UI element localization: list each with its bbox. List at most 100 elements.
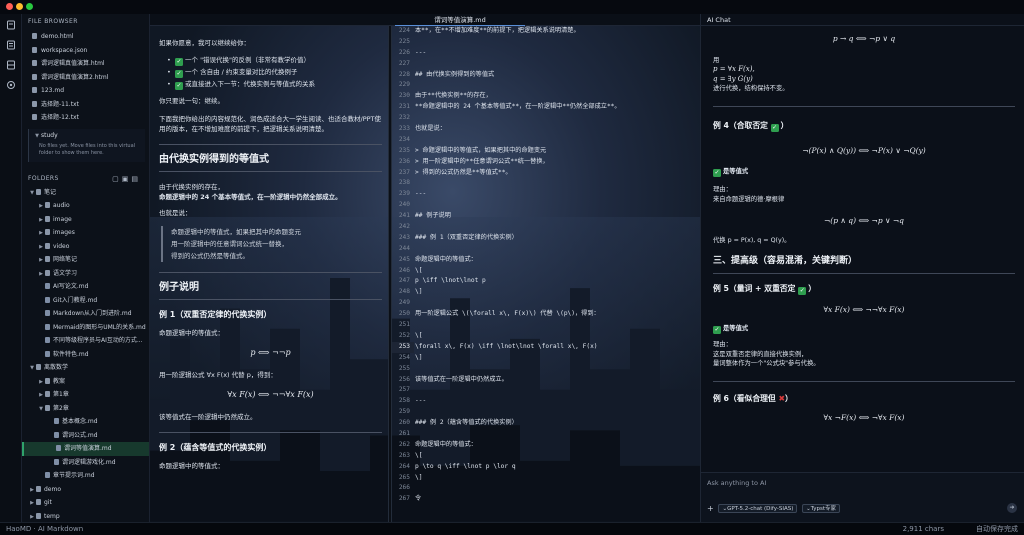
file-item[interactable]: 123.md	[22, 84, 149, 98]
tree-file[interactable]: 谓词逻辑游戏化.md	[22, 456, 149, 470]
code-line[interactable]	[415, 407, 700, 418]
code-line[interactable]: ---	[415, 396, 700, 407]
code-line[interactable]	[415, 298, 700, 309]
file-item[interactable]: 谓词逻辑真值演算.html	[22, 57, 149, 71]
tree-file[interactable]: AI写论文.md	[22, 280, 149, 294]
code-line[interactable]: 本**，在**不增加难度**的前提下，把逻辑关系说明清楚。	[415, 26, 700, 37]
code-line[interactable]: **命题逻辑中的 24 个基本等值式**，在一阶逻辑中**仍然全部成立**。	[415, 102, 700, 113]
files-icon[interactable]	[5, 20, 17, 32]
file-item[interactable]: 选择题-12.txt	[22, 111, 149, 125]
add-attachment-icon[interactable]: +	[707, 504, 714, 513]
file-item[interactable]: 选择题-11.txt	[22, 98, 149, 112]
mode-select[interactable]: ⌄Typst专家	[802, 504, 841, 513]
tree-file[interactable]: 基本概念.md	[22, 415, 149, 429]
code-line[interactable]	[415, 222, 700, 233]
tree-folder[interactable]: ▶ 网络笔记	[22, 253, 149, 267]
code-line[interactable]	[415, 320, 700, 331]
tree-folder[interactable]: ▼ 离散数学	[22, 361, 149, 375]
tree-file[interactable]: Markdown从入门到进阶.md	[22, 307, 149, 321]
code-line[interactable]	[415, 483, 700, 494]
tree-folder[interactable]: ▶ images	[22, 226, 149, 240]
code-line[interactable]	[415, 200, 700, 211]
study-folder[interactable]: ▼ study No files yet. Move files into thi…	[28, 128, 145, 162]
code-line[interactable]: ---	[415, 189, 700, 200]
code-line[interactable]: ### 例 1（双重否定律的代换实例）	[415, 233, 700, 244]
code-line[interactable]: \[	[415, 266, 700, 277]
maximize-window-button[interactable]	[26, 3, 33, 10]
folder-icon	[45, 229, 50, 235]
tree-folder[interactable]: ▼ 笔记	[22, 186, 149, 200]
tree-folder[interactable]: ▶ audio	[22, 199, 149, 213]
code-line[interactable]	[415, 244, 700, 255]
tree-file[interactable]: 章节提示词.md	[22, 469, 149, 483]
model-select[interactable]: ⌄GPT-5.2-chat (Dify-SIAS)	[718, 504, 798, 513]
code-line[interactable]: \]	[415, 287, 700, 298]
code-line[interactable]	[415, 178, 700, 189]
tree-folder[interactable]: ▶ 语文学习	[22, 267, 149, 281]
tree-file[interactable]: 谓词等值演算.md	[22, 442, 149, 456]
extensions-icon[interactable]	[5, 80, 17, 92]
file-item[interactable]: demo.html	[22, 30, 149, 44]
tree-file[interactable]: 不同等级程序员与AI互动的方式...	[22, 334, 149, 348]
code-line[interactable]: p \iff \lnot\lnot p	[415, 276, 700, 287]
tree-file[interactable]: Mermaid的图形与UML的关系.md	[22, 321, 149, 335]
code-line[interactable]: 该等值式在一阶逻辑中仍然成立。	[415, 375, 700, 386]
folder-icon	[45, 215, 50, 222]
tree-folder[interactable]: ▶ demo	[22, 483, 149, 497]
code-line[interactable]: 命题逻辑中的等值式：	[415, 255, 700, 266]
tree-folder[interactable]: ▶ video	[22, 240, 149, 254]
study-folder-title[interactable]: ▼ study	[33, 131, 141, 141]
tree-folder[interactable]: ▶ 教案	[22, 375, 149, 389]
code-line[interactable]	[415, 113, 700, 124]
code-line[interactable]	[415, 385, 700, 396]
code-line[interactable]: 令	[415, 494, 700, 505]
tree-file[interactable]: Git入门教程.md	[22, 294, 149, 308]
file-item[interactable]: workspace.json	[22, 44, 149, 58]
code-line[interactable]: ## 例子说明	[415, 211, 700, 222]
line-number: 238	[398, 179, 410, 187]
code-line[interactable]	[415, 37, 700, 48]
code-line[interactable]: 用一阶逻辑公式 \(\forall x\, F(x)\) 代替 \(p\)，得到…	[415, 309, 700, 320]
tree-file[interactable]: 软件特色.md	[22, 348, 149, 362]
code-line[interactable]: 命题逻辑中的等值式：	[415, 440, 700, 451]
code-line[interactable]: > 用一阶逻辑中的**任意谓词公式**统一替换，	[415, 157, 700, 168]
minimize-window-button[interactable]	[16, 3, 23, 10]
bookmark-icon[interactable]	[5, 60, 17, 72]
tab-current-file[interactable]: 谓词等值演算.md	[395, 14, 525, 26]
ai-input-placeholder[interactable]: Ask anything to AI	[707, 479, 766, 487]
new-folder-icon[interactable]: ▢	[112, 175, 122, 183]
outline-icon[interactable]	[5, 40, 17, 52]
file-item[interactable]: 谓词逻辑真值演算2.html	[22, 71, 149, 85]
tree-folder[interactable]: ▶ temp	[22, 510, 149, 523]
code-line[interactable]	[415, 59, 700, 70]
code-line[interactable]: \[	[415, 451, 700, 462]
code-line[interactable]: > 得到的公式仍然是**等值式**。	[415, 168, 700, 179]
code-line[interactable]: ### 例 2（蕴含等值式的代换实例）	[415, 418, 700, 429]
code-line[interactable]: p \to q \iff \lnot p \lor q	[415, 462, 700, 473]
code-line[interactable]: \[	[415, 331, 700, 342]
code-line[interactable]: \forall x\, F(x) \iff \lnot\lnot \forall…	[415, 342, 700, 353]
code-line[interactable]	[415, 364, 700, 375]
close-window-button[interactable]	[6, 3, 13, 10]
code-line[interactable]: ## 由代换实例得到的等值式	[415, 70, 700, 81]
code-line[interactable]: \]	[415, 473, 700, 484]
code-text[interactable]: 本**，在**不增加难度**的前提下，把逻辑关系说明清楚。 --- ## 由代换实例…	[414, 26, 700, 522]
code-line[interactable]: > 命题逻辑中的等值式，如果把其中的命题变元	[415, 146, 700, 157]
tree-folder[interactable]: ▶ git	[22, 496, 149, 510]
source-editor[interactable]: 224 225 226 227 228 229 230 231 232 233 234 235 236 2…	[392, 26, 700, 522]
send-button[interactable]: ➜	[1007, 503, 1017, 513]
code-line[interactable]: 也就是说：	[415, 124, 700, 135]
code-line[interactable]: 由于**代换实例**的存在，	[415, 91, 700, 102]
new-file-icon[interactable]: ▣	[122, 175, 132, 183]
code-line[interactable]	[415, 429, 700, 440]
code-line[interactable]	[415, 80, 700, 91]
tree-folder[interactable]: ▶ 第1章	[22, 388, 149, 402]
ai-chat-input[interactable]: Ask anything to AI + ⌄GPT-5.2-chat (Dify…	[701, 472, 1024, 522]
code-line[interactable]	[415, 135, 700, 146]
collapse-icon[interactable]: ▤	[131, 175, 141, 183]
code-line[interactable]: \]	[415, 353, 700, 364]
tree-file[interactable]: 谓词公式.md	[22, 429, 149, 443]
tree-folder[interactable]: ▼ 第2章	[22, 402, 149, 416]
tree-folder[interactable]: ▶ image	[22, 213, 149, 227]
code-line[interactable]: ---	[415, 48, 700, 59]
